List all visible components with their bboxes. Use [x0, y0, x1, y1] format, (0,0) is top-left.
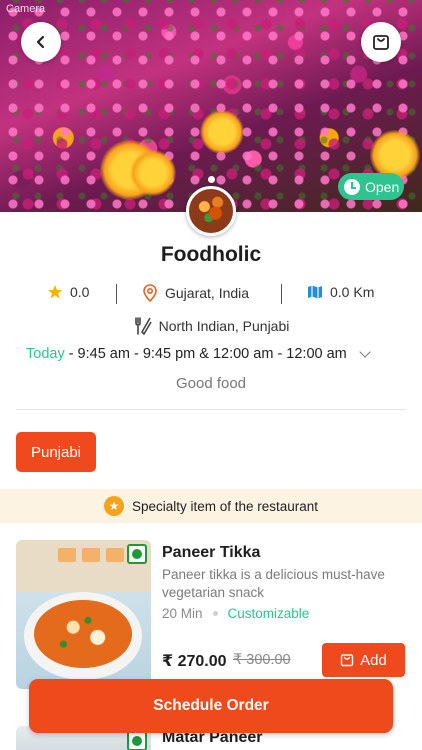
- schedule-order-button[interactable]: Schedule Order: [29, 679, 393, 733]
- specialty-text: Specialty item of the restaurant: [131, 498, 319, 514]
- map-icon: [308, 285, 322, 299]
- meta-dot-separator: [212, 611, 218, 616]
- chevron-down-icon: [359, 346, 371, 358]
- location-text: Gujarat, India: [165, 285, 250, 301]
- hours-text: - 9:45 am - 9:45 pm & 12:00 am - 12:00 a…: [68, 346, 347, 362]
- open-status-badge: Open: [338, 173, 404, 200]
- paneer-cube: [106, 548, 124, 562]
- menu-item-name: Paneer Tikka: [162, 544, 261, 561]
- carousel-indicator: [208, 176, 215, 183]
- meta-divider: [281, 284, 282, 304]
- opening-hours[interactable]: Today - 9:45 am - 9:45 pm & 12:00 am - 1…: [26, 346, 371, 362]
- distance-text: 0.0 Km: [330, 284, 375, 300]
- add-to-cart-button[interactable]: Add: [322, 643, 405, 677]
- category-chip-punjabi[interactable]: Punjabi: [16, 432, 96, 472]
- yellow-flower: [130, 150, 176, 196]
- rating-value: 0.0: [70, 284, 90, 300]
- shopping-bag-icon: [373, 35, 389, 50]
- status-bar-text: Camera: [6, 3, 46, 15]
- cuisine-row: North Indian, Punjabi: [0, 316, 422, 336]
- cart-button[interactable]: [361, 22, 401, 62]
- paneer-cube: [82, 548, 100, 562]
- restaurant-logo: [186, 186, 236, 236]
- curry: [34, 600, 132, 668]
- hours-day-label: Today: [26, 346, 65, 362]
- menu-item-original-price: ₹ 300.00: [233, 652, 291, 668]
- yellow-flower: [200, 110, 244, 154]
- distance: 0.0 Km: [307, 284, 374, 300]
- shopping-bag-icon: [340, 654, 354, 667]
- chevron-left-icon: [36, 35, 45, 49]
- back-button[interactable]: [21, 22, 61, 62]
- star-icon: [48, 285, 62, 299]
- paneer-cube: [58, 548, 76, 562]
- meta-divider: [116, 284, 117, 304]
- menu-item-meta: 20 Min Customizable: [162, 606, 309, 621]
- rating: 0.0: [47, 284, 89, 300]
- location-pin-icon: [143, 284, 157, 302]
- open-status-label: Open: [365, 178, 400, 195]
- specialty-banner: ★ Specialty item of the restaurant: [0, 489, 422, 523]
- clock-icon: [344, 178, 360, 195]
- restaurant-name: Foodholic: [160, 243, 262, 266]
- cuisine-text: North Indian, Punjabi: [158, 318, 290, 334]
- veg-indicator-icon: [127, 544, 147, 564]
- restaurant-meta-row: 0.0 Gujarat, India 0.0 Km: [0, 284, 422, 304]
- location: Gujarat, India: [142, 284, 249, 302]
- add-button-label: Add: [360, 651, 387, 669]
- veg-indicator-icon: [127, 731, 147, 750]
- section-divider: [16, 409, 406, 410]
- prep-time: 20 Min: [162, 606, 203, 621]
- star-badge-icon: ★: [103, 496, 124, 516]
- cutlery-icon: [134, 317, 152, 335]
- menu-item-description: Paneer tikka is a delicious must-have ve…: [162, 567, 385, 600]
- menu-item-price: ₹ 270.00: [162, 653, 227, 670]
- customizable-label: Customizable: [227, 606, 310, 621]
- restaurant-description: Good food: [175, 375, 247, 392]
